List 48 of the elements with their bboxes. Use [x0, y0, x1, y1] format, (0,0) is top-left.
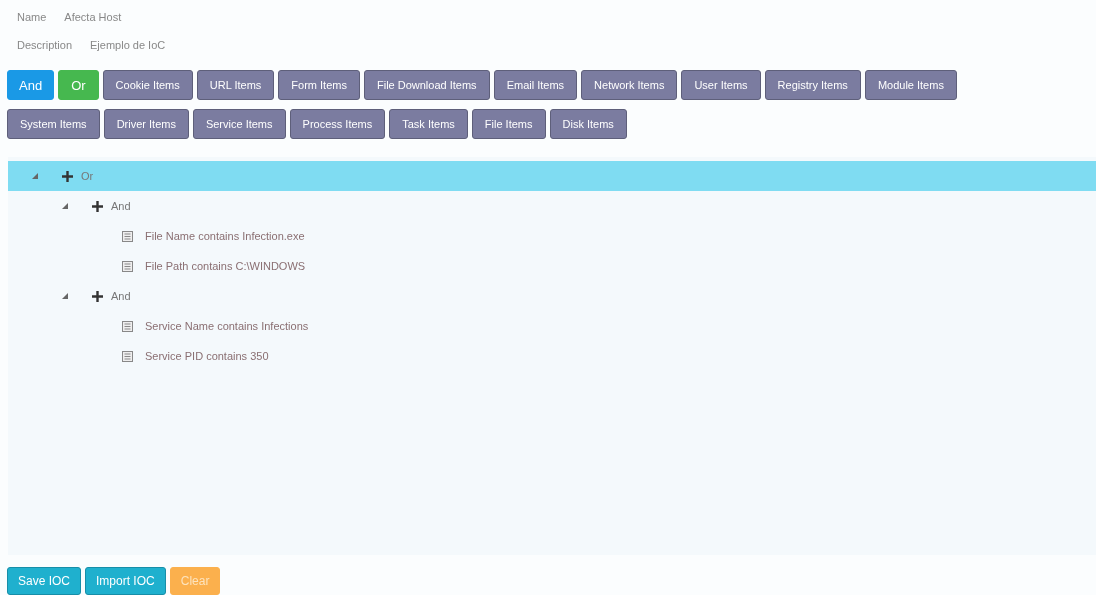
toolbar-button[interactable]: Task Items	[389, 109, 468, 139]
condition-label: Service Name contains Infections	[145, 320, 309, 332]
tree-row[interactable]: Service Name contains Infections	[8, 311, 1096, 341]
action-button[interactable]: Save IOC	[7, 567, 82, 595]
condition-label: File Name contains Infection.exe	[145, 230, 305, 242]
list-icon	[122, 350, 133, 362]
list-icon	[122, 230, 133, 242]
group-label: Or	[81, 170, 94, 182]
group-label: And	[111, 290, 131, 302]
list-icon	[122, 260, 133, 272]
toolbar-button[interactable]: Process Items	[289, 109, 386, 139]
tree-row[interactable]: Service PID contains 350	[8, 341, 1096, 371]
toolbar-button[interactable]: Module Items	[864, 70, 957, 100]
expanded-triangle-icon[interactable]	[62, 293, 68, 299]
toolbar-button[interactable]: Network Items	[581, 70, 678, 100]
expanded-triangle-icon[interactable]	[32, 173, 38, 179]
toolbar-button[interactable]: User Items	[681, 70, 761, 100]
tree-row[interactable]: And	[8, 191, 1096, 221]
field-label: Name	[17, 11, 47, 23]
expanded-triangle-icon[interactable]	[62, 203, 68, 209]
field-label: Description	[17, 39, 73, 51]
condition-label: File Path contains C:\WINDOWS	[145, 260, 306, 272]
condition-label: Service PID contains 350	[145, 350, 269, 362]
plus-icon[interactable]	[62, 170, 73, 182]
toolbar-button[interactable]: And	[7, 70, 55, 100]
tree-row[interactable]: Or	[8, 161, 1096, 191]
toolbar-button[interactable]: Cookie Items	[102, 70, 193, 100]
field-value[interactable]: Afecta Host	[64, 11, 122, 23]
toolbar-button[interactable]: File Download Items	[363, 70, 490, 100]
toolbar-button[interactable]: Service Items	[192, 109, 286, 139]
toolbar-button[interactable]: Or	[58, 70, 99, 100]
toolbar-button[interactable]: File Items	[471, 109, 546, 139]
tree-row[interactable]: File Path contains C:\WINDOWS	[8, 251, 1096, 281]
action-button[interactable]: Import IOC	[85, 567, 166, 595]
toolbar-button[interactable]: Form Items	[278, 70, 360, 100]
toolbar-button[interactable]: Registry Items	[764, 70, 861, 100]
tree-row[interactable]: File Name contains Infection.exe	[8, 221, 1096, 251]
field-value[interactable]: Ejemplo de IoC	[90, 39, 166, 51]
tree-row[interactable]: And	[8, 281, 1096, 311]
toolbar-button[interactable]: Driver Items	[103, 109, 189, 139]
toolbar-button[interactable]: System Items	[7, 109, 100, 139]
toolbar-button[interactable]: URL Items	[196, 70, 275, 100]
list-icon	[122, 320, 133, 332]
toolbar-button[interactable]: Disk Items	[549, 109, 627, 139]
plus-icon[interactable]	[92, 290, 103, 302]
group-label: And	[111, 200, 131, 212]
plus-icon[interactable]	[92, 200, 103, 212]
toolbar-button[interactable]: Email Items	[493, 70, 578, 100]
